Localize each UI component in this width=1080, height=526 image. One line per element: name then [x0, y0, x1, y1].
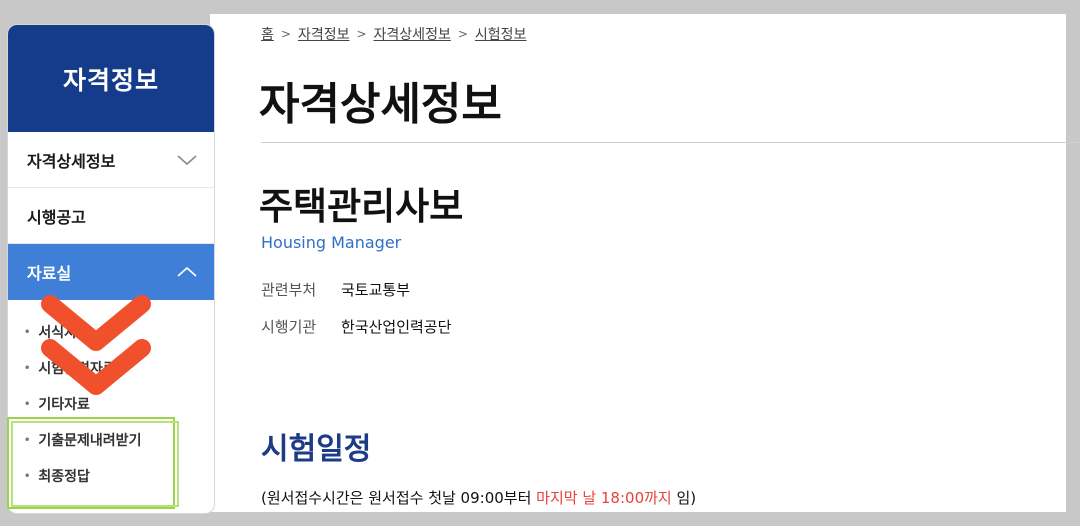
breadcrumb-detail-link[interactable]: 자격상세정보 [374, 24, 451, 44]
bullet-icon: • [24, 326, 31, 338]
schedule-note-highlight: 마지막 날 18:00까지 [536, 489, 672, 507]
chevron-right-icon: > [356, 27, 367, 41]
certificate-title: 주택관리사보 [259, 185, 464, 228]
sidebar-item-label: 시행공고 [27, 207, 86, 227]
submenu-item-past-exams-download[interactable]: • 기출문제내려받기 [24, 422, 214, 458]
submenu-item-label: 기출문제내려받기 [38, 433, 142, 449]
title-divider [261, 142, 1080, 143]
info-row-ministry: 관련부처 국토교통부 [261, 279, 410, 300]
submenu-item-final-answers[interactable]: • 최종정답 [24, 458, 214, 494]
sidebar-item-label: 자격상세정보 [27, 151, 116, 171]
chevron-up-icon [177, 266, 197, 277]
sidebar-nav: 자격정보 자격상세정보 시행공고 자료실 • 서식자료 • 시험관련자료 • 기… [7, 24, 215, 514]
chevron-right-icon: > [457, 27, 468, 41]
breadcrumb-exam-info-link[interactable]: 시험정보 [475, 24, 527, 44]
info-label: 관련부처 [261, 281, 317, 299]
certificate-english-name: Housing Manager [261, 233, 402, 252]
sidebar-item-announcement[interactable]: 시행공고 [8, 188, 214, 244]
schedule-note-prefix: (원서접수시간은 원서접수 첫날 09:00부터 [261, 489, 537, 507]
schedule-note: (원서접수시간은 원서접수 첫날 09:00부터 마지막 날 18:00까지 임… [261, 487, 696, 508]
breadcrumb-qualification-link[interactable]: 자격정보 [298, 24, 350, 44]
bullet-icon: • [24, 434, 31, 446]
bullet-icon: • [24, 362, 31, 374]
sidebar-header: 자격정보 [8, 25, 214, 132]
chevron-right-icon: > [280, 27, 291, 41]
chevron-down-icon [177, 154, 197, 165]
info-value: 한국산업인력공단 [341, 318, 452, 336]
bullet-icon: • [24, 470, 31, 482]
page-title: 자격상세정보 [259, 79, 502, 130]
info-row-agency: 시행기관 한국산업인력공단 [261, 316, 451, 337]
info-label: 시행기관 [261, 318, 317, 336]
breadcrumb: 홈 > 자격정보 > 자격상세정보 > 시험정보 [261, 24, 526, 44]
page: 자격정보 자격상세정보 시행공고 자료실 • 서식자료 • 시험관련자료 • 기… [0, 0, 1080, 526]
submenu-item-label: 최종정답 [38, 469, 90, 485]
bullet-icon: • [24, 398, 31, 410]
breadcrumb-home-link[interactable]: 홈 [261, 24, 274, 44]
annotation-double-chevron-down-icon [41, 295, 151, 395]
sidebar-item-detail-info[interactable]: 자격상세정보 [8, 132, 214, 188]
schedule-note-suffix: 임) [671, 489, 697, 507]
info-value: 국토교통부 [341, 281, 411, 299]
sidebar-item-label: 자료실 [27, 264, 72, 283]
exam-schedule-title: 시험일정 [261, 432, 372, 467]
